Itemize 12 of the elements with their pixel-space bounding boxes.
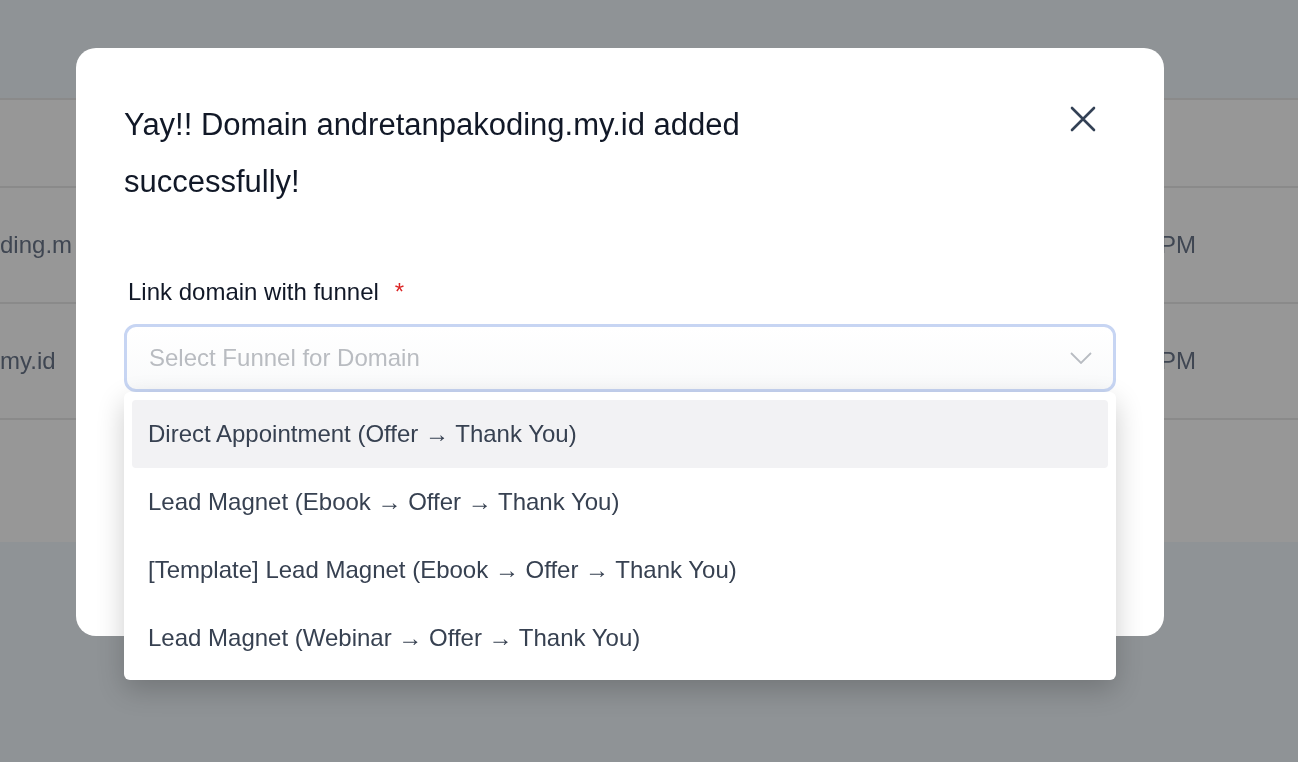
table-cell: my.id [0,347,56,375]
dialog-title: Yay!! Domain andretanpakoding.my.id added successfully! [124,106,741,201]
required-mark: * [394,278,405,306]
field-label: Link domain with funnel [128,278,379,306]
funnel-select[interactable]: Select Funnel for Domain [124,324,1116,392]
dropdown-option[interactable]: Direct Appointment (Offer → Thank You) [132,400,1108,468]
dropdown-option[interactable]: [Template] Lead Magnet (Ebook → Offer → Thank You) [132,536,1108,604]
chevron-icon [1070,352,1092,364]
dropdown-option[interactable]: Lead Magnet (Webinar → Offer → Thank You) [132,604,1108,672]
table-cell: ding.m [0,231,73,259]
close-icon[interactable] [1070,106,1096,132]
dropdown-option[interactable]: Lead Magnet (Ebook → Offer → Thank You) [132,468,1108,536]
